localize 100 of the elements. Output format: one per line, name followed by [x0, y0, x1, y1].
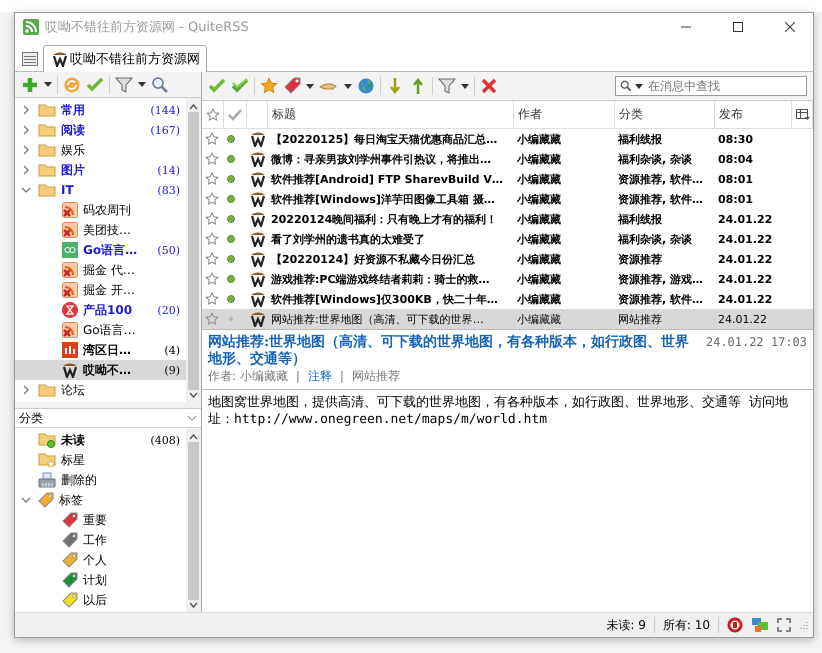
column-header[interactable]: 标题 [268, 101, 514, 129]
message-row[interactable]: 网站推荐:世界地图（高清、可下载的世界… 小编藏藏 网站推荐 24.01.22 [202, 309, 813, 329]
message-row[interactable]: 【20220124】好资源不私藏今日份汇总 小编藏藏 资源推荐 24.01.22 [202, 249, 813, 269]
note-link[interactable]: 注释 [308, 368, 332, 385]
scroll-up-icon[interactable] [189, 434, 198, 440]
scroll-thumb[interactable] [188, 442, 199, 600]
caret-icon[interactable] [306, 84, 314, 88]
feed-item[interactable]: 产品100 (20) [15, 300, 186, 320]
feed-item[interactable]: Go语言… [15, 320, 186, 340]
message-row[interactable]: 游戏推荐:PC端游戏终结者莉莉：骑士的救… 小编藏藏 资源推荐, 游戏… 24.01.22 [202, 269, 813, 289]
collapsed-chevron-icon[interactable] [21, 105, 31, 116]
collapsed-chevron-icon[interactable] [21, 385, 31, 396]
category-item[interactable]: 个人 [15, 550, 186, 570]
read-status-dot[interactable] [227, 235, 235, 243]
star-icon[interactable] [260, 77, 278, 95]
filter-icon[interactable] [438, 77, 456, 95]
star-icon[interactable] [205, 132, 219, 146]
feed-item[interactable]: 掘金 代… [15, 260, 186, 280]
message-row[interactable]: 软件推荐[Windows]洋芋田图像工具箱 摄… 小编藏藏 资源推荐, 软件… 08:01 [202, 189, 813, 209]
message-row[interactable]: 20220124晚间福利：只有晚上才有的福利！ 小编藏藏 福利线报 24.01.22 [202, 209, 813, 229]
star-icon[interactable] [205, 212, 219, 226]
read-column-header[interactable] [224, 101, 247, 129]
stop-icon[interactable] [727, 617, 743, 633]
feed-item[interactable]: 哎呦不… (9) [15, 360, 186, 380]
double-check-icon[interactable] [231, 77, 249, 95]
caret-icon[interactable] [461, 84, 469, 88]
expanded-chevron-icon[interactable] [21, 495, 31, 505]
feed-item[interactable]: 图片 (14) [15, 160, 186, 180]
delete-icon[interactable] [480, 77, 498, 95]
windows-icon[interactable] [751, 617, 769, 633]
feed-item[interactable]: IT (83) [15, 180, 186, 200]
category-item[interactable]: 删除的 [15, 470, 186, 490]
star-icon[interactable] [205, 172, 219, 186]
category-item[interactable]: 标星 [15, 450, 186, 470]
caret-icon[interactable] [344, 84, 352, 88]
star-icon[interactable] [205, 232, 219, 246]
globe-icon[interactable] [357, 77, 375, 95]
read-status-dot[interactable] [227, 295, 235, 303]
read-status-dot[interactable] [227, 255, 235, 263]
star-column-header[interactable] [202, 101, 224, 129]
feed-item[interactable]: 湾区日… (4) [15, 340, 186, 360]
search-icon[interactable] [151, 76, 169, 94]
message-row[interactable]: 【20220125】每日淘宝天猫优惠商品汇总… 小编藏藏 福利线报 08:30 [202, 129, 813, 149]
collapsed-chevron-icon[interactable] [21, 165, 31, 176]
feed-item[interactable]: 娱乐 [15, 140, 186, 160]
category-item[interactable]: 计划 [15, 570, 186, 590]
feed-item[interactable]: 码农周刊 [15, 200, 186, 220]
column-header[interactable]: 分类 [615, 101, 715, 129]
fullscreen-icon[interactable] [777, 618, 791, 632]
feed-scrollbar[interactable] [186, 98, 201, 402]
read-status-dot[interactable] [227, 195, 235, 203]
feed-tab[interactable]: 哎呦不错往前方资源网 [43, 45, 207, 72]
check-icon[interactable] [208, 77, 226, 95]
column-header[interactable]: 作者 [514, 101, 615, 129]
read-status-dot[interactable] [227, 135, 235, 143]
column-picker[interactable] [792, 101, 813, 129]
feed-item[interactable]: 论坛 [15, 380, 186, 400]
scroll-down-icon[interactable] [189, 602, 198, 608]
message-row[interactable]: 看了刘学州的遗书真的太难受了 小编藏藏 福利杂谈, 杂谈 24.01.22 [202, 229, 813, 249]
star-icon[interactable] [205, 152, 219, 166]
search-field[interactable]: 在消息中查找 [615, 76, 807, 96]
tag-icon[interactable] [283, 77, 301, 95]
expanded-chevron-icon[interactable] [21, 185, 31, 196]
message-row[interactable]: 微博：寻亲男孩刘学州事件引热议，将推出… 小编藏藏 福利杂谈, 杂谈 08:04 [202, 149, 813, 169]
scroll-thumb[interactable] [188, 112, 199, 390]
message-row[interactable]: 软件推荐[Android] FTP SharevBuild V… 小编藏藏 资源推荐, 软件… 08:01 [202, 169, 813, 189]
scroll-down-icon[interactable] [189, 392, 198, 398]
star-icon[interactable] [205, 252, 219, 266]
collapsed-chevron-icon[interactable] [21, 145, 31, 156]
category-item[interactable]: 重要 [15, 510, 186, 530]
message-row[interactable]: 软件推荐[Windows]仅300KB，快二十年… 小编藏藏 资源推荐, 软件… 24.01.22 [202, 289, 813, 309]
star-icon[interactable] [205, 312, 219, 326]
star-icon[interactable] [205, 292, 219, 306]
read-status-dot[interactable] [227, 155, 235, 163]
caret-icon[interactable] [138, 82, 146, 88]
add-icon[interactable] [21, 76, 39, 94]
column-header[interactable]: 发布 [715, 101, 792, 129]
category-item[interactable]: 标签 [15, 490, 186, 510]
caret-icon[interactable] [44, 82, 52, 88]
feed-item[interactable]: 阅读 (167) [15, 120, 186, 140]
filter-icon[interactable] [115, 76, 133, 94]
collapsed-chevron-icon[interactable] [21, 125, 31, 136]
check-icon[interactable] [86, 76, 104, 94]
caret-icon[interactable] [635, 84, 643, 88]
star-icon[interactable] [205, 272, 219, 286]
resize-grip-icon[interactable] [799, 620, 809, 630]
read-status-dot[interactable] [227, 215, 235, 223]
category-scrollbar[interactable] [186, 428, 201, 612]
category-item[interactable]: 未读 (408) [15, 430, 186, 450]
article-title-link[interactable]: 网站推荐:世界地图（高清、可下载的世界地图，有各种版本，如行政图、世界地形、交通等） [208, 334, 702, 368]
star-icon[interactable] [205, 192, 219, 206]
search-icon[interactable] [620, 80, 632, 92]
star-icon[interactable] [206, 108, 220, 122]
category-item[interactable]: 工作 [15, 530, 186, 550]
read-status-dot[interactable] [227, 175, 235, 183]
scroll-up-icon[interactable] [189, 104, 198, 110]
feed-item[interactable]: 掘金 开… [15, 280, 186, 300]
feed-item[interactable]: 美团技… [15, 220, 186, 240]
read-status-dot[interactable] [227, 275, 235, 283]
category-dropdown[interactable]: 分类 [15, 408, 201, 428]
